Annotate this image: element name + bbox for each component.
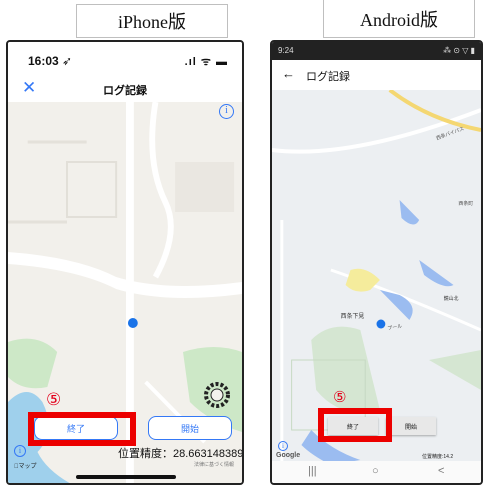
ios-status-time: 16:03 ➶ bbox=[28, 54, 73, 68]
settings-gear-icon[interactable] bbox=[204, 382, 230, 408]
svg-text:鏡山北: 鏡山北 bbox=[444, 295, 459, 302]
start-button[interactable]: 開始 bbox=[148, 416, 232, 440]
ios-page-title: ログ記録 bbox=[103, 85, 147, 97]
highlight-frame bbox=[28, 412, 136, 446]
apple-maps-logo: マップ bbox=[14, 464, 37, 470]
ios-nav-bar: ✕ ログ記録 bbox=[8, 76, 242, 102]
step-number: ⑤ bbox=[46, 390, 62, 410]
android-version-label: Android版 bbox=[323, 0, 475, 38]
map-info-icon[interactable]: i bbox=[14, 445, 26, 457]
back-nav-icon[interactable]: < bbox=[438, 465, 444, 477]
map-info-icon[interactable]: i bbox=[278, 441, 288, 451]
ios-version-label: iPhone版 bbox=[76, 4, 228, 38]
ios-status-icons: .ıl ᯤ ▬ bbox=[184, 56, 228, 68]
android-nav-bar: ||| ○ < bbox=[272, 461, 481, 483]
recent-apps-icon[interactable]: ||| bbox=[308, 465, 317, 477]
iphone-screen: 16:03 ➶ .ıl ᯤ ▬ ✕ ログ記録 i ⑤ 終了 開始 i 位置精度：… bbox=[6, 40, 244, 485]
android-screen: 9:24 ⁂ ⊙ ▽ ▮ ← ログ記録 西条バイパス 西条町 西条下見 鏡山北 … bbox=[270, 40, 483, 485]
android-page-title: ログ記録 bbox=[306, 71, 350, 83]
android-status-icons: ⁂ ⊙ ▽ ▮ bbox=[443, 46, 475, 55]
svg-text:西条下見: 西条下見 bbox=[341, 312, 365, 320]
start-button[interactable]: 開始 bbox=[386, 417, 436, 435]
location-accuracy: 位置精度:14.2 bbox=[422, 454, 454, 460]
home-indicator bbox=[76, 475, 176, 479]
legal-link[interactable]: 法律に基づく情報 bbox=[194, 461, 234, 468]
android-status-bar: 9:24 ⁂ ⊙ ▽ ▮ bbox=[272, 42, 481, 60]
android-status-time: 9:24 bbox=[278, 46, 294, 55]
info-icon[interactable]: i bbox=[219, 104, 234, 119]
highlight-frame bbox=[318, 408, 392, 442]
svg-text:西条町: 西条町 bbox=[458, 200, 473, 207]
home-icon[interactable]: ○ bbox=[372, 465, 379, 477]
back-arrow-icon[interactable]: ← bbox=[282, 66, 295, 81]
location-accuracy: 位置精度：28.66314838906782 bbox=[118, 448, 244, 460]
ios-status-bar: 16:03 ➶ .ıl ᯤ ▬ bbox=[8, 42, 242, 76]
android-app-bar: ← ログ記録 bbox=[272, 60, 481, 90]
google-logo: Google bbox=[276, 452, 301, 459]
step-number: ⑤ bbox=[333, 388, 347, 406]
